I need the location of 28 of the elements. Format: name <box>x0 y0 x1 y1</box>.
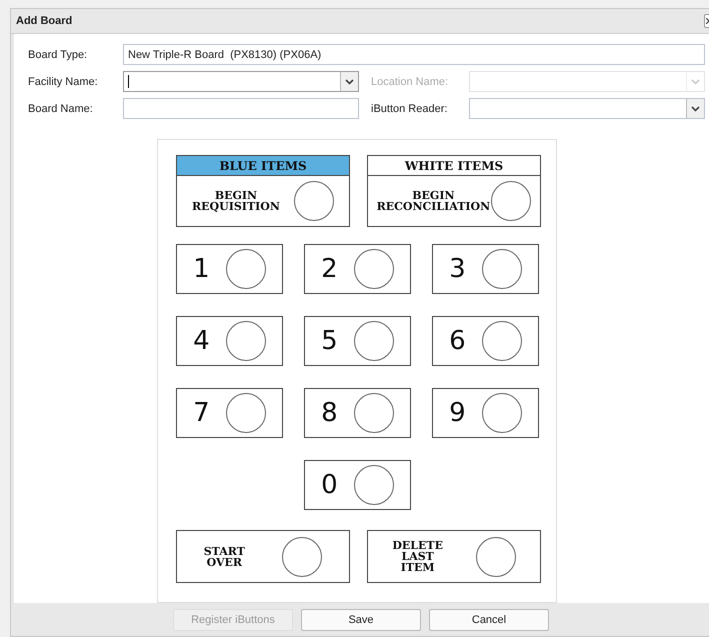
window-title: Add Board <box>16 15 72 27</box>
action-tile[interactable]: DELETE LAST ITEM <box>367 530 541 583</box>
keypad-key[interactable]: 0 <box>304 460 411 510</box>
tile-label: START OVER <box>204 546 245 568</box>
keypad-key[interactable]: 2 <box>304 244 411 294</box>
dialog-button[interactable]: Cancel <box>429 608 549 630</box>
keypad-key[interactable]: 7 <box>176 388 283 438</box>
keypad-key[interactable]: 8 <box>304 388 411 438</box>
keypad-key[interactable]: 3 <box>432 244 539 294</box>
field-label: Facility Name: <box>28 76 99 88</box>
mode-tile[interactable]: WHITE ITEMS BEGIN RECONCILIATION <box>367 155 541 227</box>
keypad-key[interactable]: 6 <box>432 316 539 366</box>
mode-tile[interactable]: BLUE ITEMS BEGIN REQUISITION <box>176 155 350 227</box>
field-label: Board Type: <box>28 48 88 60</box>
dialog-button[interactable]: Save <box>301 608 421 630</box>
keypad-key[interactable]: 4 <box>176 316 283 366</box>
field-label: iButton Reader: <box>371 102 448 114</box>
tile-label: BEGIN REQUISITION <box>192 190 280 212</box>
tile-label: BEGIN RECONCILIATION <box>376 190 490 212</box>
keypad-key[interactable]: 9 <box>432 388 539 438</box>
field-label: Board Name: <box>28 102 94 114</box>
keypad-key[interactable]: 5 <box>304 316 411 366</box>
tile-label: DELETE LAST ITEM <box>392 540 443 573</box>
action-tile[interactable]: START OVER <box>176 530 350 583</box>
keypad-key[interactable]: 1 <box>176 244 283 294</box>
input-field[interactable]: New Triple-R Board (PX8130) (PX06A) <box>123 44 705 65</box>
tile-header: BLUE ITEMS <box>177 156 349 176</box>
field-label: Location Name: <box>371 76 450 88</box>
